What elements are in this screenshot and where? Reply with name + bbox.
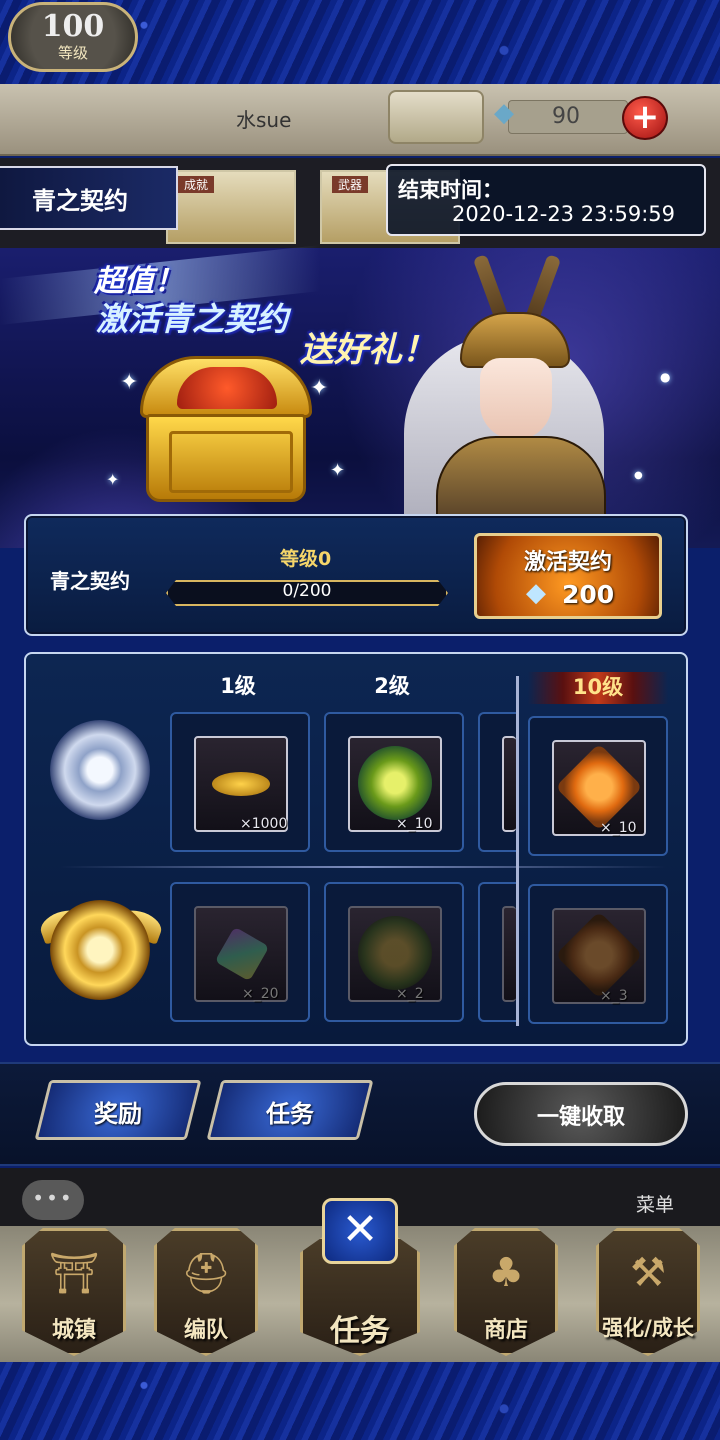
knight-helmet-icon: ⛑ — [180, 1251, 232, 1297]
sparkle-icon: ✦ — [310, 376, 329, 401]
rewards-tab-label[interactable]: 奖励 — [42, 1094, 194, 1129]
nav-party-label[interactable]: 编队 — [154, 1312, 258, 1344]
menu-button[interactable]: 菜单 — [636, 1190, 674, 1217]
chest-body — [146, 414, 306, 502]
premium-track-medal-icon — [50, 900, 150, 1000]
column-header-level-2: 2级 — [374, 674, 410, 698]
end-time-value: 2020-12-23 23:59:59 — [452, 202, 676, 226]
player-level-badge[interactable]: 100 等级 — [8, 2, 138, 72]
background-texture-bottom — [0, 1362, 720, 1440]
reward-quantity: ×_2 — [396, 986, 424, 1002]
reward-quantity: ×1000 — [240, 816, 288, 832]
add-gems-button[interactable]: + — [622, 96, 668, 140]
face — [480, 358, 552, 440]
background-tab-label: 成就 — [178, 176, 215, 193]
background-tab-achievement: 成就 — [166, 170, 296, 244]
reward-frame — [348, 906, 442, 1002]
player-name: 水sue — [236, 108, 292, 132]
event-title: 青之契约 — [0, 166, 178, 230]
reward-quantity: ×_10 — [600, 820, 637, 836]
gold-coins-icon — [212, 772, 270, 796]
banner-slogan-2: 激活青之契约 — [96, 300, 289, 338]
reward-slot-premium-1[interactable]: ×_20 — [170, 882, 310, 1022]
contract-name: 青之契约 — [50, 569, 130, 593]
nav-shop-label[interactable]: 商店 — [454, 1312, 558, 1344]
chat-bubble-icon: ••• — [32, 1186, 74, 1210]
contract-progress-text: 0/200 — [282, 581, 332, 601]
nav-town-label[interactable]: 城镇 — [22, 1312, 126, 1344]
heroine-character-art — [384, 254, 620, 550]
free-track-medal-icon — [50, 720, 150, 820]
nav-quest-label[interactable]: 任务 — [300, 1306, 420, 1350]
sparkle-icon: ✦ — [120, 370, 139, 395]
column-divider — [516, 676, 519, 1026]
rank-emblem-icon[interactable] — [388, 90, 484, 144]
tasks-tab-label[interactable]: 任务 — [214, 1094, 366, 1129]
row-divider — [60, 866, 666, 868]
potion-bottle-icon — [358, 916, 432, 990]
activate-contract-label[interactable]: 激活契约 — [474, 544, 662, 576]
chat-button[interactable]: ••• — [22, 1180, 84, 1220]
potion-star-icon — [555, 911, 643, 999]
reward-quantity: ×_10 — [396, 816, 433, 832]
sparkle-icon: ● — [634, 470, 643, 481]
reward-slot-premium-2[interactable]: ×_2 — [324, 882, 464, 1022]
reward-quantity: ×_20 — [242, 986, 279, 1002]
reward-quantity: ×_3 — [600, 988, 628, 1004]
orange-star-icon — [555, 743, 643, 831]
rainbow-crystal-icon — [214, 926, 270, 982]
gem-icon: ◆ — [526, 578, 546, 608]
nav-enhance-label[interactable]: 强化/成长 — [596, 1312, 700, 1342]
castle-gate-icon: ⛩ — [48, 1251, 100, 1297]
close-button[interactable]: ✕ — [322, 1198, 398, 1264]
column-header-level-10: 10级 — [528, 672, 668, 704]
gem-count: 90 — [552, 104, 580, 129]
end-time-label: 结束时间： — [398, 178, 503, 202]
player-level-label: 等级 — [57, 43, 88, 62]
reward-slot-free-10[interactable]: ×_10 — [528, 716, 668, 856]
reward-slot-free-3-partial[interactable] — [478, 712, 516, 852]
reward-frame — [502, 736, 516, 832]
reward-slot-premium-10[interactable]: ×_3 — [528, 884, 668, 1024]
gem-icon: ◆ — [494, 98, 514, 128]
contract-level: 等级0 — [280, 548, 332, 570]
column-header-level-1: 1级 — [220, 674, 256, 698]
reward-frame — [502, 906, 516, 1002]
reward-slot-premium-3-partial[interactable] — [478, 882, 516, 1022]
reward-slot-free-2[interactable]: ×_10 — [324, 712, 464, 852]
chest-lid — [140, 356, 312, 418]
treasure-chest-icon — [140, 356, 312, 502]
sparkle-icon: ✦ — [330, 460, 346, 481]
kiwi-fruit-icon — [358, 746, 432, 820]
anvil-hammer-icon: ⚒ — [630, 1250, 666, 1296]
player-level-number: 100 — [41, 8, 105, 44]
activate-contract-cost: 200 — [562, 580, 615, 609]
background-tab-label: 武器 — [332, 176, 369, 193]
reward-slot-free-1[interactable]: ×1000 — [170, 712, 310, 852]
sparkle-icon: ● — [660, 370, 671, 384]
claim-all-label[interactable]: 一键收取 — [474, 1099, 688, 1131]
sparkle-icon: ✦ — [106, 470, 120, 489]
money-bag-icon: ♣ — [488, 1250, 524, 1296]
reward-frame — [552, 908, 646, 1004]
